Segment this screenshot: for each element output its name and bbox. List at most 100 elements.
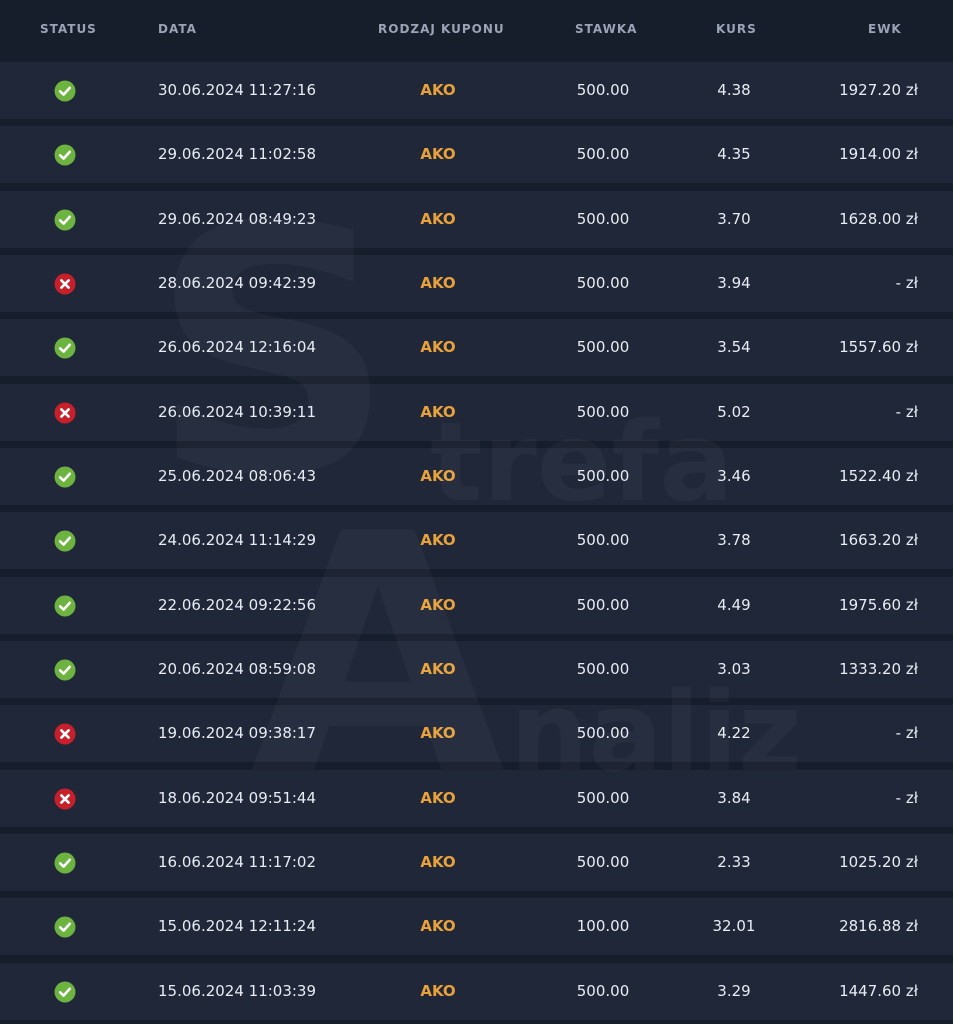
odds-cell: 4.22 bbox=[717, 724, 751, 743]
coupon-type-cell: AKO bbox=[420, 981, 456, 1000]
column-header-status[interactable]: STATUS bbox=[40, 22, 97, 36]
date-cell: 30.06.2024 11:27:16 bbox=[158, 81, 317, 99]
date-cell: 25.06.2024 08:06:43 bbox=[158, 466, 317, 485]
table-row[interactable]: 16.06.2024 11:17:02 AKO 500.00 2.33 1025.20 … bbox=[0, 833, 953, 891]
status-cell bbox=[54, 384, 80, 441]
odds-cell: 4.38 bbox=[717, 81, 751, 99]
column-header-ewk[interactable]: EWK bbox=[868, 22, 902, 36]
table-row[interactable]: 24.06.2024 11:14:29 AKO 500.00 3.78 1663.20 … bbox=[0, 512, 953, 570]
table-row[interactable]: 18.06.2024 09:51:44 AKO 500.00 3.84 - zł bbox=[0, 769, 953, 827]
date-cell: 19.06.2024 09:38:17 bbox=[158, 724, 317, 743]
status-cell bbox=[54, 191, 80, 248]
checkmark-icon bbox=[54, 144, 76, 166]
stake-cell: 500.00 bbox=[576, 531, 630, 550]
checkmark-icon bbox=[54, 852, 76, 874]
table-row[interactable]: 28.06.2024 09:42:39 AKO 500.00 3.94 - zł bbox=[0, 254, 953, 312]
date-cell: 29.06.2024 08:49:23 bbox=[158, 209, 317, 228]
checkmark-icon bbox=[54, 80, 76, 102]
stake-cell: 500.00 bbox=[576, 852, 630, 871]
status-cell bbox=[54, 641, 80, 698]
ewk-cell: 1914.00 zł bbox=[839, 145, 918, 164]
cross-icon bbox=[54, 723, 76, 745]
coupon-type-cell: AKO bbox=[420, 852, 456, 871]
cross-icon bbox=[54, 402, 76, 424]
coupon-type-cell: AKO bbox=[420, 209, 456, 228]
date-cell: 29.06.2024 11:02:58 bbox=[158, 145, 317, 164]
status-cell bbox=[54, 319, 80, 376]
odds-cell: 3.70 bbox=[717, 209, 751, 228]
table-header: STATUS DATA RODZAJ KUPONU STAWKA KURS EW… bbox=[0, 0, 953, 60]
checkmark-icon bbox=[54, 916, 76, 938]
table-row[interactable]: 30.06.2024 11:27:16 AKO 500.00 4.38 1927.20 … bbox=[0, 62, 953, 119]
table-row[interactable]: 26.06.2024 10:39:11 AKO 500.00 5.02 - zł bbox=[0, 383, 953, 441]
column-header-date[interactable]: DATA bbox=[158, 22, 197, 36]
ewk-cell: - zł bbox=[895, 273, 918, 292]
coupon-type-cell: AKO bbox=[420, 788, 456, 807]
odds-cell: 2.33 bbox=[717, 852, 751, 871]
ewk-cell: - zł bbox=[895, 788, 918, 807]
status-cell bbox=[54, 705, 80, 762]
stake-cell: 500.00 bbox=[576, 595, 630, 614]
cross-icon bbox=[54, 273, 76, 295]
stake-cell: 500.00 bbox=[576, 788, 630, 807]
coupon-type-cell: AKO bbox=[420, 595, 456, 614]
column-header-type[interactable]: RODZAJ KUPONU bbox=[378, 22, 505, 36]
coupon-type-cell: AKO bbox=[420, 724, 456, 743]
ewk-cell: - zł bbox=[895, 724, 918, 743]
table-row[interactable]: 26.06.2024 12:16:04 AKO 500.00 3.54 1557.60 … bbox=[0, 319, 953, 377]
status-cell bbox=[54, 898, 80, 955]
date-cell: 28.06.2024 09:42:39 bbox=[158, 273, 317, 292]
status-cell bbox=[54, 255, 80, 312]
stake-cell: 500.00 bbox=[576, 466, 630, 485]
table-row[interactable]: 29.06.2024 08:49:23 AKO 500.00 3.70 1628.00 … bbox=[0, 190, 953, 248]
date-cell: 18.06.2024 09:51:44 bbox=[158, 788, 317, 807]
checkmark-icon bbox=[54, 466, 76, 488]
odds-cell: 32.01 bbox=[712, 917, 756, 936]
odds-cell: 5.02 bbox=[717, 402, 751, 421]
checkmark-icon bbox=[54, 595, 76, 617]
odds-cell: 3.54 bbox=[717, 338, 751, 357]
status-cell bbox=[54, 512, 80, 569]
table-row[interactable]: 25.06.2024 08:06:43 AKO 500.00 3.46 1522.40 … bbox=[0, 447, 953, 505]
checkmark-icon bbox=[54, 209, 76, 231]
date-cell: 26.06.2024 12:16:04 bbox=[158, 338, 317, 357]
status-cell bbox=[54, 770, 80, 827]
date-cell: 20.06.2024 08:59:08 bbox=[158, 659, 317, 678]
coupon-type-cell: AKO bbox=[420, 145, 456, 164]
table-row[interactable]: 19.06.2024 09:38:17 AKO 500.00 4.22 - zł bbox=[0, 705, 953, 763]
status-cell bbox=[54, 448, 80, 505]
stake-cell: 100.00 bbox=[576, 917, 630, 936]
column-header-odds[interactable]: KURS bbox=[716, 22, 757, 36]
coupon-type-cell: AKO bbox=[420, 917, 456, 936]
ewk-cell: 2816.88 zł bbox=[839, 917, 918, 936]
stake-cell: 500.00 bbox=[576, 273, 630, 292]
stake-cell: 500.00 bbox=[576, 981, 630, 1000]
checkmark-icon bbox=[54, 530, 76, 552]
column-header-stake[interactable]: STAWKA bbox=[575, 22, 637, 36]
status-cell bbox=[54, 62, 80, 119]
coupon-type-cell: AKO bbox=[420, 338, 456, 357]
table-row[interactable]: 22.06.2024 09:22:56 AKO 500.00 4.49 1975.60 … bbox=[0, 576, 953, 634]
odds-cell: 3.78 bbox=[717, 531, 751, 550]
bets-table: STATUS DATA RODZAJ KUPONU STAWKA KURS EW… bbox=[0, 0, 953, 1024]
ewk-cell: 1628.00 zł bbox=[839, 209, 918, 228]
date-cell: 26.06.2024 10:39:11 bbox=[158, 402, 317, 421]
date-cell: 15.06.2024 12:11:24 bbox=[158, 917, 317, 936]
ewk-cell: 1557.60 zł bbox=[839, 338, 918, 357]
stake-cell: 500.00 bbox=[576, 659, 630, 678]
odds-cell: 3.29 bbox=[717, 981, 751, 1000]
table-row[interactable]: 15.06.2024 11:03:39 AKO 500.00 3.29 1447.60 … bbox=[0, 962, 953, 1020]
table-row[interactable]: 29.06.2024 11:02:58 AKO 500.00 4.35 1914.00 … bbox=[0, 126, 953, 184]
ewk-cell: 1663.20 zł bbox=[839, 531, 918, 550]
ewk-cell: - zł bbox=[895, 402, 918, 421]
cross-icon bbox=[54, 788, 76, 810]
table-row[interactable]: 15.06.2024 12:11:24 AKO 100.00 32.01 2816.88… bbox=[0, 898, 953, 956]
odds-cell: 3.84 bbox=[717, 788, 751, 807]
odds-cell: 3.03 bbox=[717, 659, 751, 678]
status-cell bbox=[54, 834, 80, 891]
table-row[interactable]: 20.06.2024 08:59:08 AKO 500.00 3.03 1333.20 … bbox=[0, 640, 953, 698]
status-cell bbox=[54, 577, 80, 634]
date-cell: 24.06.2024 11:14:29 bbox=[158, 531, 317, 550]
status-cell bbox=[54, 963, 80, 1020]
ewk-cell: 1927.20 zł bbox=[839, 81, 918, 99]
